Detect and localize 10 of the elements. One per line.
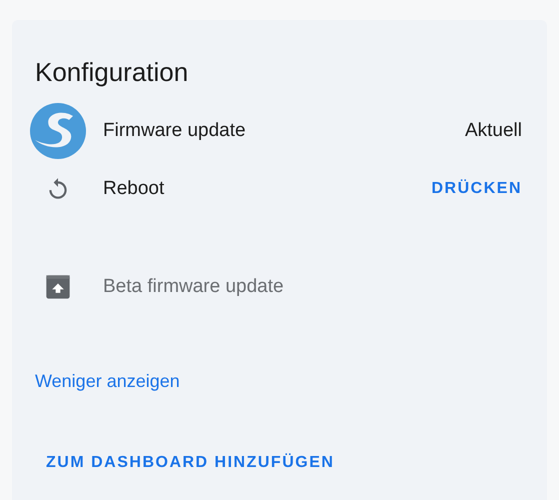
card-title: Konfiguration xyxy=(35,56,190,88)
row-label: Firmware update xyxy=(103,118,247,143)
upload-box-icon xyxy=(44,273,72,301)
show-less-link[interactable]: Weniger anzeigen xyxy=(35,368,180,395)
row-label: Beta firmware update xyxy=(103,274,285,299)
press-button[interactable]: DRÜCKEN xyxy=(432,177,522,201)
row-label: Reboot xyxy=(103,176,166,201)
logo-icon xyxy=(28,102,86,160)
add-to-dashboard-button[interactable]: ZUM DASHBOARD HINZUFÜGEN xyxy=(36,445,344,481)
status-value: Aktuell xyxy=(464,118,522,143)
